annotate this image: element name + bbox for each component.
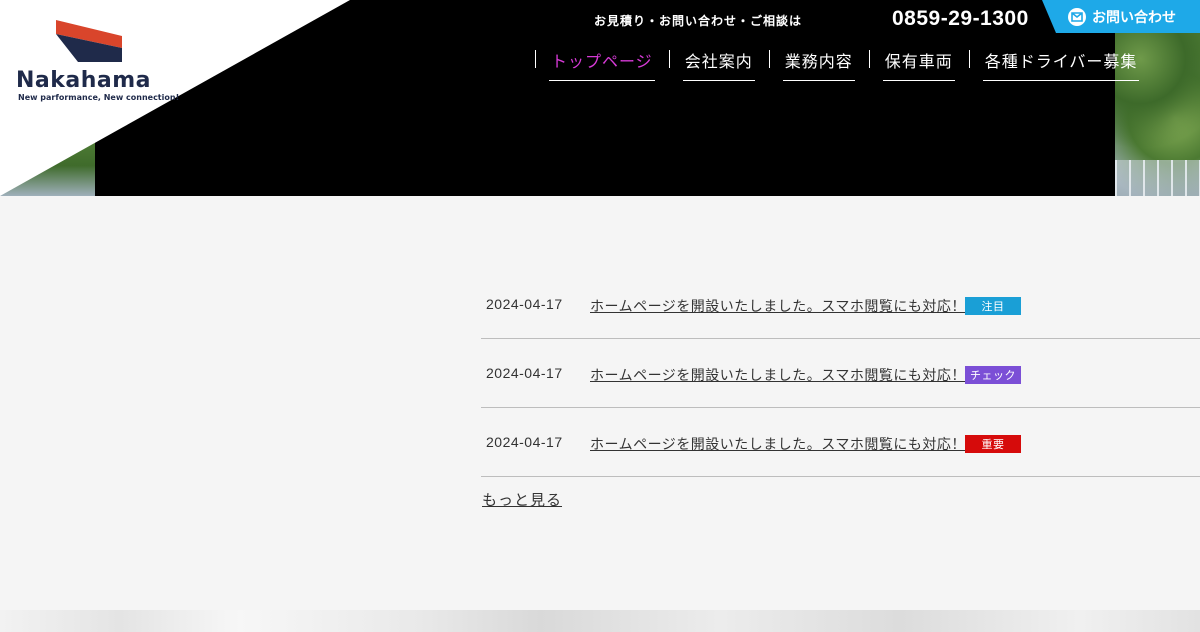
nav-item-label: 業務内容	[782, 46, 855, 81]
site-logo[interactable]: Nakahama New parformance, New connection…	[16, 20, 179, 106]
news-item: 2024-04-17 ホームページを開設いたしました。スマホ閲覧にも対応！ 注目	[481, 270, 1200, 339]
hero-header: Nakahama New parformance, New connection…	[0, 0, 1200, 196]
news-item: 2024-04-17 ホームページを開設いたしました。スマホ閲覧にも対応！ 重要	[481, 408, 1200, 477]
logo-wordmark: Nakahama	[16, 68, 152, 93]
news-item: 2024-04-17 ホームページを開設いたしました。スマホ閲覧にも対応！ チェ…	[481, 339, 1200, 408]
news-date: 2024-04-17	[486, 434, 563, 450]
nav-item-label: 会社案内	[682, 46, 755, 81]
contact-text: お見積り・お問い合わせ・ご相談は	[594, 14, 803, 28]
news-tag-badge: 重要	[965, 435, 1021, 453]
news-tag-badge: 注目	[965, 297, 1021, 315]
footer-photo-strip	[0, 610, 1200, 632]
nav-item-label: トップページ	[549, 46, 655, 81]
nav-item-company[interactable]: 会社案内	[668, 46, 769, 81]
news-date: 2024-04-17	[486, 365, 563, 381]
inquiry-button-label: お問い合わせ	[1092, 9, 1176, 26]
nav-item-recruit[interactable]: 各種ドライバー募集	[968, 46, 1154, 81]
logo-mark-icon	[56, 20, 122, 62]
news-list: 2024-04-17 ホームページを開設いたしました。スマホ閲覧にも対応！ 注目…	[481, 270, 1200, 477]
phone-number[interactable]: 0859-29-1300	[892, 7, 1029, 31]
news-title-link[interactable]: ホームページを開設いたしました。スマホ閲覧にも対応！	[590, 365, 966, 385]
nav-item-vehicles[interactable]: 保有車両	[868, 46, 969, 81]
logo-tagline: New parformance, New connection!	[18, 93, 180, 102]
nav-item-top[interactable]: トップページ	[535, 46, 669, 81]
news-title-link[interactable]: ホームページを開設いたしました。スマホ閲覧にも対応！	[590, 296, 966, 316]
nav-item-label: 保有車両	[882, 46, 955, 81]
nav-item-label: 各種ドライバー募集	[982, 46, 1140, 81]
news-tag-badge: チェック	[965, 366, 1021, 384]
inquiry-button[interactable]: お問い合わせ	[1042, 0, 1200, 33]
nav-item-services[interactable]: 業務内容	[768, 46, 869, 81]
main-nav: トップページ 会社案内 業務内容 保有車両 各種ドライバー募集	[535, 46, 1154, 81]
hero-fence	[1115, 160, 1200, 196]
news-date: 2024-04-17	[486, 296, 563, 312]
more-link[interactable]: もっと見る	[482, 489, 562, 510]
news-title-link[interactable]: ホームページを開設いたしました。スマホ閲覧にも対応！	[590, 434, 966, 454]
mail-icon	[1068, 7, 1086, 26]
